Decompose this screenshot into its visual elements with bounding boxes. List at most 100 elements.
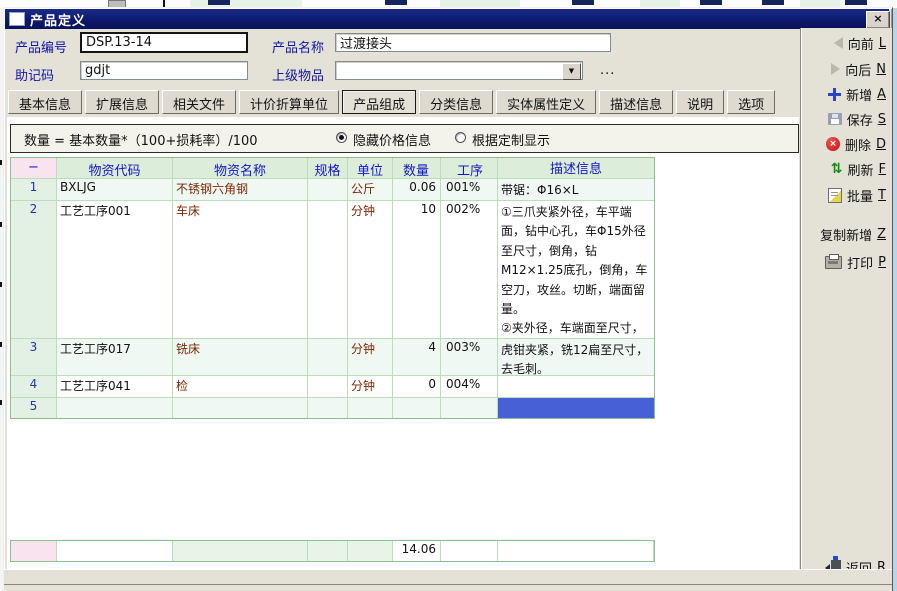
tab-entity-attribute-definition[interactable]: 实体属性定义: [496, 90, 596, 114]
material-code-cell[interactable]: BXLJG: [57, 179, 173, 201]
save-button[interactable]: 保存 S: [806, 110, 886, 128]
unit-cell[interactable]: 分钟: [348, 201, 393, 339]
tab-options[interactable]: 选项: [727, 90, 775, 114]
copy-add-label: 复制新增: [820, 225, 872, 244]
print-label: 打印: [847, 253, 873, 272]
table-row: 4 工艺工序041 检 分钟 0 004%: [11, 376, 654, 398]
batch-label: 批量: [847, 186, 873, 205]
quantity-cell[interactable]: 0.06: [393, 179, 441, 201]
parent-item-more-button[interactable]: ...: [600, 63, 615, 78]
summary-name-cell: [173, 541, 308, 561]
print-icon: [825, 256, 842, 269]
mnemonic-input[interactable]: [80, 61, 248, 80]
table-row: 5: [11, 398, 654, 418]
material-name-cell[interactable]: 检: [173, 376, 308, 398]
table-row: 1 BXLJG 不锈钢六角钢 公斤 0.06 001% 带锯：Φ16×L: [11, 179, 654, 201]
table-row: 3 工艺工序017 铣床 分钟 4 003% 虎钳夹紧，铣12扁至尺寸，去毛刺。: [11, 339, 654, 376]
unit-cell[interactable]: 公斤: [348, 179, 393, 201]
delete-icon: ×: [826, 137, 840, 151]
hide-price-radio[interactable]: [336, 132, 347, 143]
product-code-label: 产品编号: [15, 37, 67, 56]
row-number-cell[interactable]: 1: [11, 179, 57, 201]
selected-description-cell[interactable]: [498, 398, 654, 418]
refresh-button[interactable]: ⇅ 刷新 F: [806, 160, 886, 178]
composition-table: − 物资代码 物资名称 规格 单位 数量 工序 描述信息 1 BXLJG 不锈钢…: [10, 157, 655, 419]
next-label: 向后: [845, 60, 871, 79]
spec-cell[interactable]: [308, 179, 348, 201]
process-cell[interactable]: 003%: [441, 339, 498, 376]
window-title: 产品定义: [30, 10, 86, 29]
spec-cell[interactable]: [308, 339, 348, 376]
spec-cell[interactable]: [308, 201, 348, 339]
description-cell[interactable]: 带锯：Φ16×L: [498, 179, 654, 201]
description-cell[interactable]: ①三爪夹紧外径，车平端面，钻中心孔，车Φ15外径至尺寸，倒角，钻M12×1.25…: [498, 201, 654, 339]
next-button[interactable]: 向后 N: [806, 60, 886, 78]
product-name-input[interactable]: [335, 33, 611, 52]
window-icon: [9, 12, 25, 26]
product-name-label: 产品名称: [272, 37, 324, 56]
description-cell[interactable]: 虎钳夹紧，铣12扁至尺寸，去毛刺。: [498, 339, 654, 376]
copy-add-button[interactable]: 复制新增 Z: [800, 225, 886, 243]
custom-display-radio[interactable]: [455, 132, 466, 143]
background-window-fragment: [0, 282, 2, 287]
batch-button[interactable]: 批量 T: [806, 186, 886, 204]
tab-notes[interactable]: 说明: [676, 90, 724, 114]
tab-product-composition[interactable]: 产品组成: [342, 90, 416, 114]
background-window-fragment: [0, 342, 2, 347]
close-button[interactable]: ×: [866, 11, 890, 29]
tab-related-files[interactable]: 相关文件: [162, 90, 236, 114]
material-name-cell[interactable]: 不锈钢六角钢: [173, 179, 308, 201]
row-number-cell[interactable]: 5: [11, 398, 57, 418]
refresh-label: 刷新: [848, 160, 874, 179]
header-quantity: 数量: [393, 158, 441, 179]
product-code-input[interactable]: [80, 32, 248, 53]
summary-description-cell: [498, 541, 654, 561]
unit-cell[interactable]: 分钟: [348, 376, 393, 398]
tab-pricing-conversion-unit[interactable]: 计价折算单位: [239, 90, 339, 114]
quantity-cell[interactable]: 4: [393, 339, 441, 376]
print-button[interactable]: 打印 P: [806, 253, 886, 271]
process-cell[interactable]: 001%: [441, 179, 498, 201]
description-cell[interactable]: [498, 376, 654, 398]
process-cell[interactable]: [441, 398, 498, 418]
material-code-cell[interactable]: 工艺工序017: [57, 339, 173, 376]
parent-item-label: 上级物品: [272, 65, 324, 84]
row-number-cell[interactable]: 2: [11, 201, 57, 339]
background-window-fragment: [208, 0, 230, 5]
material-name-cell[interactable]: 车床: [173, 201, 308, 339]
previous-label: 向前: [848, 34, 874, 53]
quantity-cell[interactable]: 0: [393, 376, 441, 398]
spec-cell[interactable]: [308, 376, 348, 398]
previous-button[interactable]: 向前 L: [806, 34, 886, 52]
material-name-cell[interactable]: [173, 398, 308, 418]
tab-extended-info[interactable]: 扩展信息: [85, 90, 159, 114]
unit-cell[interactable]: [348, 398, 393, 418]
material-code-cell[interactable]: [57, 398, 173, 418]
quantity-cell[interactable]: [393, 398, 441, 418]
quantity-cell[interactable]: 10: [393, 201, 441, 339]
material-code-cell[interactable]: 工艺工序001: [57, 201, 173, 339]
add-button[interactable]: 新增 A: [806, 85, 886, 103]
material-code-cell[interactable]: 工艺工序041: [57, 376, 173, 398]
parent-item-combobox[interactable]: ▼: [335, 61, 583, 80]
process-cell[interactable]: 002%: [441, 201, 498, 339]
delete-button[interactable]: × 删除 D: [806, 135, 886, 153]
previous-hotkey: L: [879, 36, 886, 51]
save-icon: [828, 113, 842, 125]
tab-basic-info[interactable]: 基本信息: [8, 90, 82, 114]
row-number-cell[interactable]: 4: [11, 376, 57, 398]
next-icon: [831, 63, 840, 75]
row-number-cell[interactable]: 3: [11, 339, 57, 376]
unit-cell[interactable]: 分钟: [348, 339, 393, 376]
summary-row: 14.06: [10, 540, 655, 562]
tab-description-info[interactable]: 描述信息: [599, 90, 673, 114]
tab-classification-info[interactable]: 分类信息: [419, 90, 493, 114]
process-cell[interactable]: 004%: [441, 376, 498, 398]
summary-code-cell: [57, 541, 173, 561]
background-right-strip: [893, 8, 897, 591]
add-icon: [828, 88, 841, 101]
parent-item-dropdown-button[interactable]: ▼: [562, 63, 581, 80]
spec-cell[interactable]: [308, 398, 348, 418]
material-name-cell[interactable]: 铣床: [173, 339, 308, 376]
summary-unit-cell: [348, 541, 393, 561]
